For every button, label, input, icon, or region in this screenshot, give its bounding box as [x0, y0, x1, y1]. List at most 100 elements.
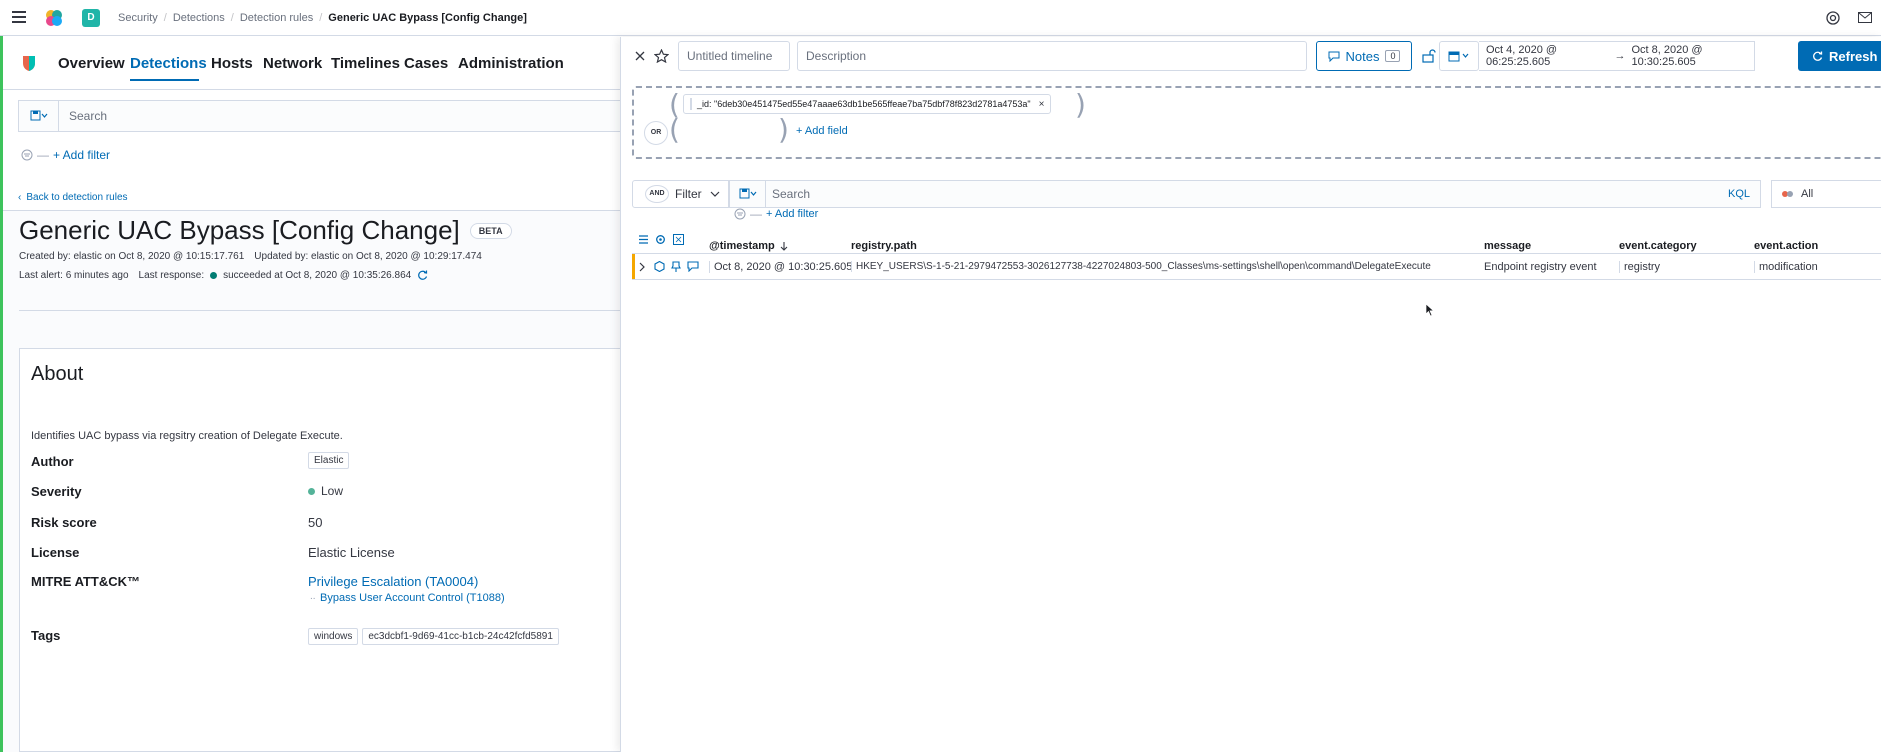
column-header-message[interactable]: message [1484, 240, 1531, 252]
column-header-timestamp[interactable]: @timestamp [709, 240, 788, 252]
hamburger-menu-icon[interactable] [12, 11, 26, 23]
data-providers-dropzone[interactable]: ( _id: "6deb30e451475ed55e47aaae63db1be5… [632, 86, 1881, 159]
cell-timestamp[interactable]: Oct 8, 2020 @ 10:30:25.605 [709, 261, 852, 273]
about-panel: About Identifies UAC bypass via regsitry… [19, 348, 620, 752]
tab-overview[interactable]: Overview [58, 55, 125, 72]
timeline-search-input[interactable]: Search [772, 187, 810, 201]
close-paren: ) [1075, 88, 1086, 121]
column-header-registry-path[interactable]: registry.path [851, 240, 917, 252]
date-range-picker[interactable]: Oct 4, 2020 @ 06:25:25.605 → Oct 8, 2020… [1479, 41, 1755, 71]
events-dot [1787, 191, 1793, 197]
back-to-rules-link[interactable]: ‹ Back to detection rules [18, 192, 128, 203]
event-type-select[interactable]: All [1771, 180, 1881, 208]
left-search-field[interactable]: Search [18, 100, 620, 132]
or-badge: OR [644, 121, 668, 145]
close-icon[interactable] [635, 51, 645, 61]
save-icon [739, 188, 757, 200]
elastic-logo-icon[interactable] [45, 9, 63, 27]
unlock-icon[interactable] [1422, 49, 1436, 63]
add-note-icon[interactable] [687, 261, 699, 272]
timeline-description-input[interactable]: Description [797, 41, 1307, 71]
space-avatar[interactable]: D [82, 9, 100, 27]
save-icon [30, 110, 48, 122]
cell-registry-path[interactable]: HKEY_USERS\S-1-5-21-2979472553-302612773… [851, 261, 1431, 272]
date-end[interactable]: Oct 8, 2020 @ 10:30:25.605 [1632, 44, 1755, 68]
breadcrumb-detection-rules[interactable]: Detection rules [240, 12, 313, 24]
column-list-icon[interactable] [638, 234, 649, 245]
breadcrumb-security[interactable]: Security [118, 12, 158, 24]
breadcrumb-detections[interactable]: Detections [173, 12, 225, 24]
newsfeed-icon[interactable] [1858, 12, 1872, 23]
query-pill-text: _id: "6deb30e451475ed55e47aaae63db1be565… [697, 99, 1031, 109]
pin-icon[interactable] [671, 261, 681, 272]
mouse-cursor-icon [1425, 303, 1435, 317]
risk-score-label: Risk score [31, 515, 97, 530]
timeline-title-input[interactable]: Untitled timeline [678, 41, 790, 71]
cell-message[interactable]: Endpoint registry event [1484, 261, 1597, 273]
expand-row-icon[interactable] [638, 262, 646, 272]
event-type-value: All [1801, 188, 1814, 200]
cell-event-category[interactable]: registry [1619, 261, 1660, 273]
gear-icon[interactable] [655, 234, 666, 245]
tab-network[interactable]: Network [263, 55, 322, 72]
timeline-add-filter-link[interactable]: + Add filter [766, 208, 818, 220]
filter-dropdown[interactable]: AND Filter [632, 180, 729, 208]
date-start[interactable]: Oct 4, 2020 @ 06:25:25.605 [1486, 44, 1609, 68]
sort-descending-icon[interactable] [780, 241, 788, 251]
row-highlight-bar [632, 254, 635, 279]
left-search-input[interactable]: Search [69, 109, 107, 123]
cell-event-action[interactable]: modification [1754, 261, 1818, 273]
breadcrumb-separator: / [163, 12, 167, 24]
comment-icon [1328, 51, 1340, 62]
date-quick-menu[interactable] [1439, 41, 1479, 71]
rule-audit-line: Created by: elastic on Oct 8, 2020 @ 10:… [19, 251, 482, 262]
left-add-filter[interactable]: — + Add filter [21, 148, 110, 162]
filter-separator: — [750, 207, 762, 221]
chevron-left-icon: ‹ [18, 192, 22, 203]
timeline-add-filter[interactable]: — + Add filter [734, 207, 818, 221]
last-alert-text: Last alert: 6 minutes ago [19, 270, 129, 281]
saved-query-menu[interactable] [19, 101, 59, 131]
saved-query-menu[interactable] [730, 181, 766, 207]
tags-label: Tags [31, 628, 61, 643]
notes-button[interactable]: Notes 0 [1316, 41, 1412, 71]
page-title: Generic UAC Bypass [Config Change] [19, 215, 460, 245]
column-header-event-action[interactable]: event.action [1754, 240, 1818, 252]
mitre-tactic-link[interactable]: Privilege Escalation (TA0004) [308, 574, 478, 589]
technique-bullet: .. [310, 591, 316, 602]
mitre-label: MITRE ATT&CK™ [31, 574, 141, 589]
last-response-label: Last response: [138, 270, 205, 281]
license-label: License [31, 545, 80, 560]
tab-administration[interactable]: Administration [458, 55, 564, 72]
investigate-icon[interactable] [654, 261, 665, 272]
security-app-logo-icon[interactable] [21, 54, 37, 72]
notes-label: Notes [1345, 48, 1380, 64]
refresh-status-icon[interactable] [417, 270, 428, 281]
rule-title-row: Generic UAC Bypass [Config Change] BETA [19, 215, 512, 246]
help-icon[interactable] [1826, 11, 1840, 25]
mitre-technique-link[interactable]: Bypass User Account Control (T1088) [320, 592, 505, 604]
back-link-label: Back to detection rules [26, 192, 128, 203]
created-by-text: Created by: elastic on Oct 8, 2020 @ 10:… [19, 251, 245, 262]
query-pill[interactable]: _id: "6deb30e451475ed55e47aaae63db1be565… [683, 94, 1052, 114]
favorite-star-icon[interactable] [654, 49, 669, 63]
fullscreen-icon[interactable] [673, 234, 684, 245]
tab-timelines[interactable]: Timelines [331, 55, 400, 72]
license-value: Elastic License [308, 545, 395, 560]
refresh-button[interactable]: Refresh [1798, 41, 1881, 71]
tab-hosts[interactable]: Hosts [211, 55, 253, 72]
remove-pill-icon[interactable]: × [1039, 99, 1045, 110]
refresh-label: Refresh [1829, 48, 1878, 64]
kql-toggle[interactable]: KQL [1728, 188, 1750, 200]
timeline-search-field[interactable]: Search KQL [729, 180, 1761, 208]
severity-value: Low [308, 484, 343, 498]
drag-handle[interactable] [690, 98, 692, 110]
tab-detections[interactable]: Detections [130, 55, 207, 72]
column-header-event-category[interactable]: event.category [1619, 240, 1697, 252]
left-add-filter-link[interactable]: + Add filter [53, 148, 110, 162]
tab-cases[interactable]: Cases [404, 55, 448, 72]
calendar-icon [1448, 50, 1470, 62]
and-badge: AND [645, 185, 669, 203]
add-field-link[interactable]: + Add field [796, 125, 848, 137]
updated-by-text: Updated by: elastic on Oct 8, 2020 @ 10:… [254, 251, 482, 262]
